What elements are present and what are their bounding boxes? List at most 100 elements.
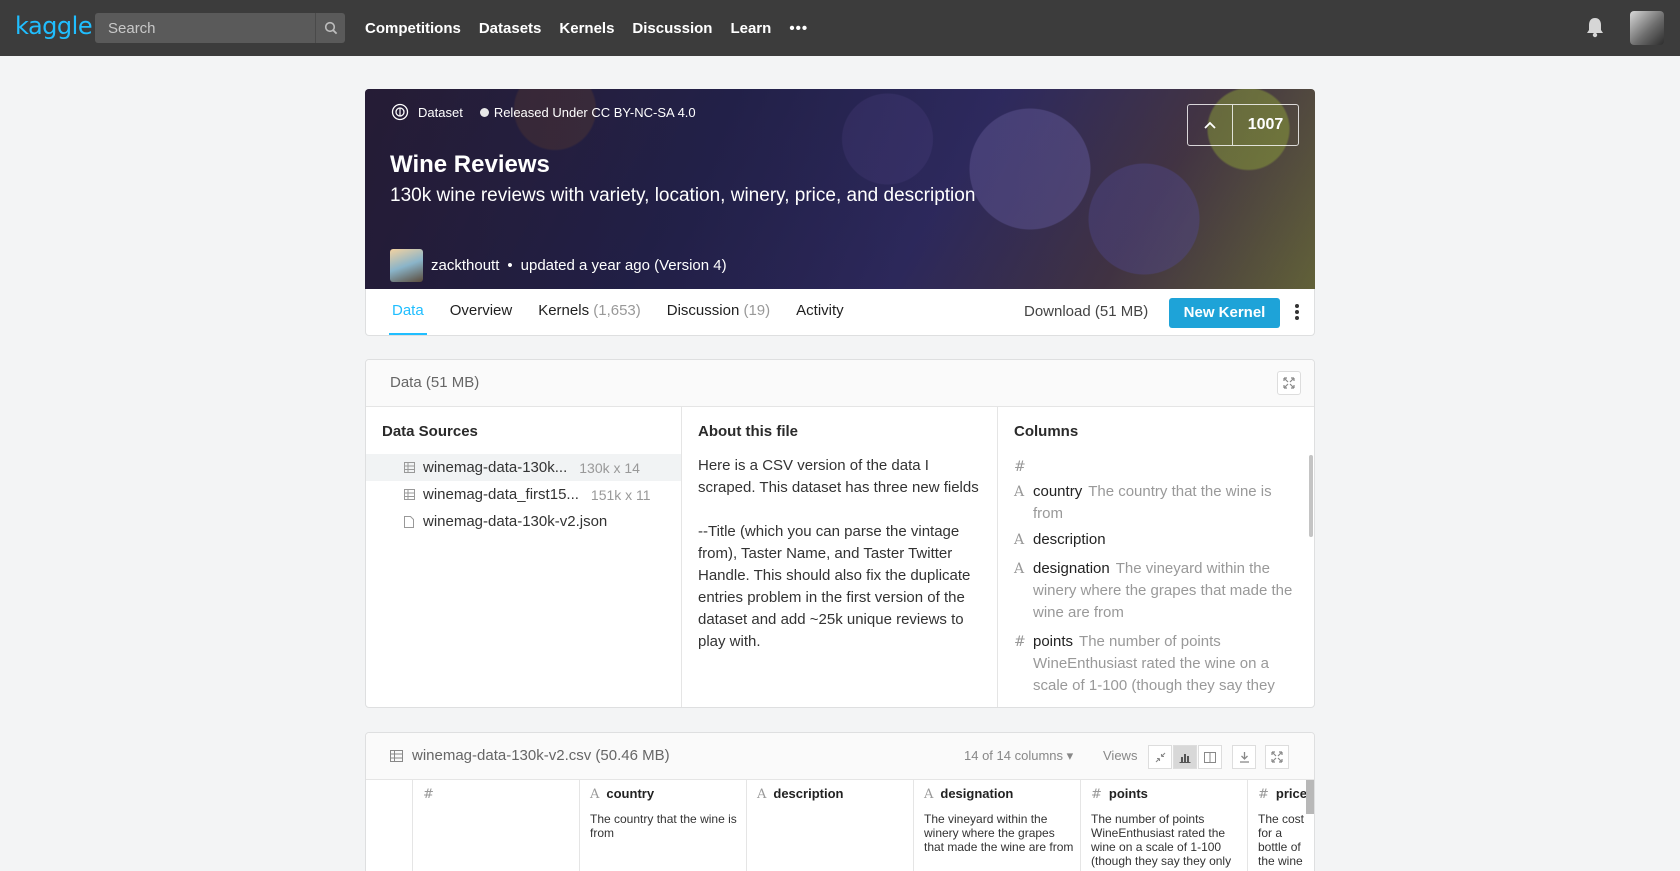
license-dot-icon <box>479 107 489 117</box>
tab-label: Overview <box>449 302 513 319</box>
dataset-tabs-bar: Data Overview Kernels (1,653) Discussion… <box>365 289 1315 336</box>
column-name: description <box>1033 531 1106 548</box>
file-icon <box>404 516 414 528</box>
tab-label: Data <box>392 302 424 319</box>
author-name[interactable]: zackthoutt <box>431 257 499 274</box>
grid-column[interactable]: Adescription <box>747 780 914 871</box>
tab-count: (19) <box>743 302 771 319</box>
top-nav: kaggle Competitions Datasets Kernels Dis… <box>0 0 1680 56</box>
grid-column-desc: The cost for a bottle of the wine <box>1258 812 1305 868</box>
numeric-type-icon: # <box>1258 787 1269 802</box>
columns-scrollbar[interactable] <box>1309 455 1313 537</box>
views-label: Views <box>1103 748 1138 763</box>
license-label[interactable]: Released Under CC BY-NC-SA 4.0 <box>494 105 696 120</box>
new-kernel-button[interactable]: New Kernel <box>1169 298 1280 328</box>
source-dims: 130k x 14 <box>579 459 640 476</box>
fullscreen-button[interactable] <box>1265 745 1289 769</box>
numeric-type-icon: # <box>1091 787 1102 802</box>
columns-selector[interactable]: 14 of 14 columns ▾ <box>964 748 1073 764</box>
source-item[interactable]: winemag-data-130k... 130k x 14 <box>366 454 681 481</box>
source-item[interactable]: winemag-data_first15... 151k x 11 <box>366 481 681 508</box>
nav-kernels[interactable]: Kernels <box>559 20 614 37</box>
string-type-icon: A <box>924 787 934 802</box>
compress-icon <box>1155 752 1165 762</box>
tab-label: Kernels <box>538 302 590 319</box>
numeric-type-icon: # <box>1014 459 1026 475</box>
tab-kernels[interactable]: Kernels (1,653) <box>535 289 644 335</box>
tab-activity[interactable]: Activity <box>793 289 847 335</box>
nav-learn[interactable]: Learn <box>730 20 771 37</box>
view-compact-button[interactable] <box>1148 745 1172 769</box>
columns-title: Columns <box>1014 423 1079 440</box>
data-sources-title: Data Sources <box>382 423 478 440</box>
grid-scrollbar[interactable] <box>1306 780 1314 814</box>
columns-count: 14 of 14 columns <box>964 748 1064 763</box>
notifications-button[interactable] <box>1585 16 1605 43</box>
column-item[interactable]: A country The country that the wine is fr… <box>1014 481 1304 525</box>
about-paragraph: Here is a CSV version of the data I scra… <box>698 457 979 496</box>
nav-discussion[interactable]: Discussion <box>632 20 712 37</box>
view-detail-button[interactable] <box>1198 745 1222 769</box>
column-item[interactable]: # points The number of points WineEnthusi… <box>1014 631 1304 697</box>
grid-column-name: points <box>1108 786 1148 801</box>
tab-overview[interactable]: Overview <box>447 289 516 335</box>
kebab-dot <box>1295 310 1299 314</box>
search-box <box>95 13 345 43</box>
view-column-button[interactable] <box>1173 745 1197 769</box>
column-name: points <box>1033 633 1074 650</box>
grid-column[interactable]: Acountry The country that the wine is fr… <box>580 780 747 871</box>
bar-chart-icon <box>1179 753 1191 763</box>
file-preview-panel: winemag-data-130k-v2.csv (50.46 MB) 14 o… <box>365 732 1315 871</box>
grid-column-name: price <box>1275 786 1307 801</box>
source-item[interactable]: winemag-data-130k-v2.json <box>366 508 681 535</box>
source-name: winemag-data-130k-v2.json <box>423 513 608 530</box>
updated-label: updated a year ago (Version 4) <box>520 257 727 274</box>
search-button[interactable] <box>315 13 345 43</box>
chevron-up-icon <box>1204 121 1216 129</box>
dataset-type-label: Dataset <box>418 104 463 120</box>
download-file-button[interactable] <box>1232 745 1256 769</box>
tab-count: (1,653) <box>593 302 641 319</box>
user-avatar[interactable] <box>1630 11 1664 45</box>
download-button[interactable]: Download (51 MB) <box>1024 289 1148 335</box>
nav-competitions[interactable]: Competitions <box>365 20 461 37</box>
upvote-button[interactable] <box>1188 105 1233 145</box>
nav-more-button[interactable]: ••• <box>789 20 808 37</box>
search-input[interactable] <box>95 13 313 43</box>
upvote-widget: 1007 <box>1187 104 1299 146</box>
tab-discussion[interactable]: Discussion (19) <box>664 289 773 335</box>
more-options-button[interactable] <box>1293 302 1301 322</box>
grid-column-desc: The country that the wine is from <box>590 812 737 840</box>
nav-datasets[interactable]: Datasets <box>479 20 542 37</box>
vote-count: 1007 <box>1247 116 1284 133</box>
about-paragraph: --Title (which you can parse the vintage… <box>698 523 971 650</box>
search-icon <box>324 21 337 35</box>
column-item[interactable]: A designation The vineyard within the win… <box>1014 558 1304 624</box>
dataset-hero: Dataset Released Under CC BY-NC-SA 4.0 W… <box>365 89 1315 289</box>
table-icon <box>404 462 415 473</box>
tab-label: Activity <box>796 302 844 319</box>
dataset-tabs: Data Overview Kernels (1,653) Discussion… <box>389 289 867 335</box>
grid-column[interactable]: # <box>413 780 580 871</box>
grid-column[interactable]: # price The cost for a bottle of the wine <box>1248 780 1314 871</box>
main-nav: Competitions Datasets Kernels Discussion… <box>365 0 826 56</box>
author-avatar[interactable] <box>390 249 423 282</box>
about-file-column: About this file Here is a CSV version of… <box>682 407 998 707</box>
source-name: winemag-data-130k... <box>423 459 568 476</box>
grid-column[interactable]: Adesignation The vineyard within the win… <box>914 780 1081 871</box>
expand-button[interactable] <box>1277 371 1301 395</box>
string-type-icon: A <box>1014 484 1025 500</box>
kaggle-logo[interactable]: kaggle <box>15 12 93 40</box>
file-preview-header: winemag-data-130k-v2.csv (50.46 MB) 14 o… <box>366 733 1314 780</box>
grid-column[interactable]: # points The number of points WineEnthusi… <box>1081 780 1248 871</box>
dataset-icon <box>391 103 409 121</box>
column-item[interactable]: A description <box>1014 529 1304 551</box>
grid-column-name: description <box>773 786 844 801</box>
string-type-icon: A <box>1014 561 1025 577</box>
expand-icon <box>1283 377 1295 389</box>
split-view-icon <box>1204 751 1216 763</box>
tab-data[interactable]: Data <box>389 289 427 335</box>
string-type-icon: A <box>757 787 767 802</box>
row-index-column <box>366 780 413 871</box>
grid-column-desc: The vineyard within the winery where the… <box>924 812 1074 854</box>
